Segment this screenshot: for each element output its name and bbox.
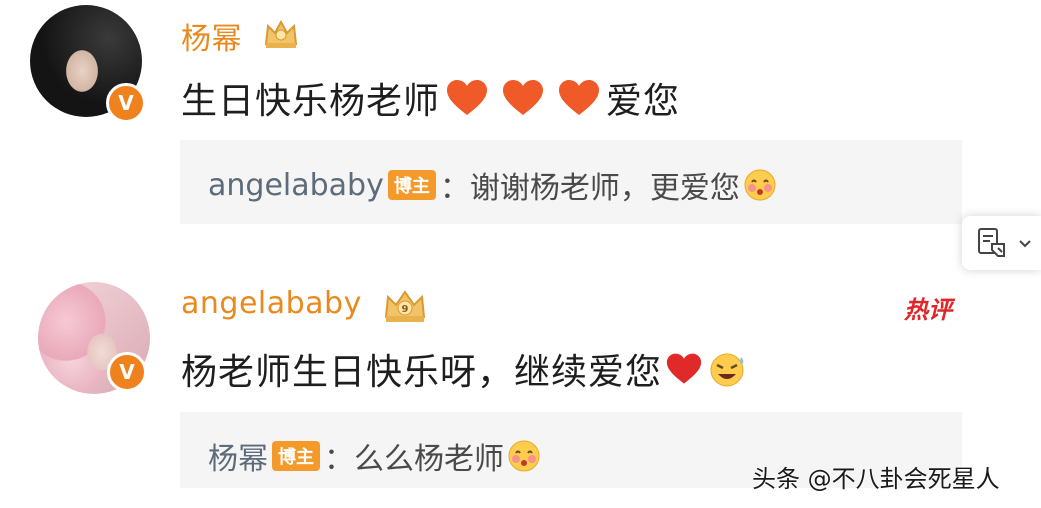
verified-badge-icon: V — [107, 352, 147, 392]
document-icon — [978, 228, 1005, 257]
comment-text-main: 生日快乐杨老师 — [181, 81, 441, 122]
hot-comment-label: 热评 — [904, 295, 952, 324]
author-tag: 博主 — [272, 441, 320, 471]
reply-username[interactable]: 杨幂 — [208, 434, 268, 478]
reply-box[interactable]: angelababy 博主 ： 谢谢杨老师，更爱您 — [180, 140, 962, 224]
blush-emoji-icon — [508, 440, 540, 472]
chevron-down-icon — [1019, 240, 1031, 248]
comment-text: 生日快乐杨老师 爱您 — [181, 72, 680, 124]
comment-text-suffix: 爱您 — [606, 81, 681, 122]
blush-emoji-icon — [744, 169, 776, 201]
heart-icon — [559, 80, 600, 115]
reply-text: 谢谢杨老师，更爱您 — [469, 171, 740, 206]
reply-text: 么么杨老师 — [354, 442, 504, 477]
reply-separator: ： — [324, 442, 354, 477]
crown-icon: 9 — [384, 290, 426, 322]
comment-text-main: 杨老师生日快乐呀，继续爱您 — [181, 352, 663, 393]
comment-username[interactable]: angelababy — [181, 286, 362, 321]
crown-level: 9 — [402, 304, 409, 315]
crown-icon — [264, 19, 298, 48]
document-toggle-button[interactable] — [962, 216, 1041, 270]
comment-text: 杨老师生日快乐呀，继续爱您 — [181, 343, 748, 395]
watermark: 头条 @不八卦会死星人 — [752, 465, 1000, 493]
heart-icon — [666, 353, 702, 384]
reply-separator: ： — [439, 171, 470, 206]
heart-icon — [503, 80, 544, 115]
reply-username[interactable]: angelababy — [208, 168, 384, 203]
author-tag: 博主 — [387, 170, 436, 200]
verified-badge-icon: V — [106, 83, 146, 123]
heart-icon — [447, 80, 488, 115]
teary-laugh-emoji-icon — [710, 353, 744, 387]
comment-username[interactable]: 杨幂 — [181, 14, 242, 58]
